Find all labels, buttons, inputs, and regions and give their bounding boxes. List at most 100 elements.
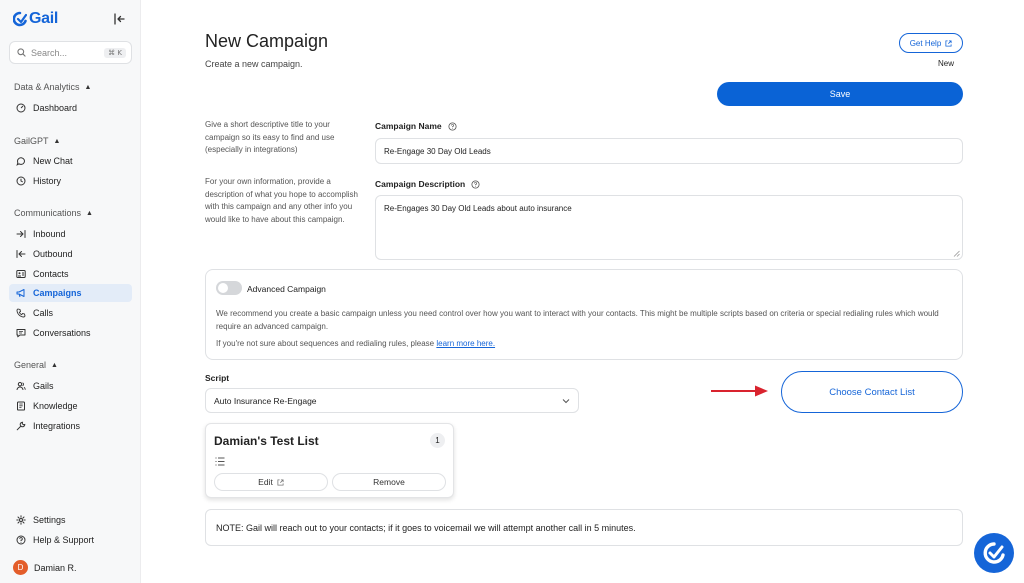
script-selected-value: Auto Insurance Re-Engage <box>214 395 317 406</box>
campaign-name-input[interactable]: Re-Engage 30 Day Old Leads <box>375 138 963 164</box>
book-icon <box>17 401 25 411</box>
contact-count-badge: 1 <box>430 433 445 448</box>
advanced-note-text: If you're not sure about sequences and r… <box>216 339 435 348</box>
gail-logo-icon <box>13 11 27 27</box>
caret-up-icon: ▲ <box>51 361 58 369</box>
megaphone-icon <box>16 289 25 298</box>
external-link-icon <box>945 39 952 47</box>
sidebar-item-label: Gails <box>33 381 54 391</box>
sidebar-item-contacts[interactable]: Contacts <box>9 265 132 283</box>
help-circle-icon[interactable] <box>471 179 480 189</box>
sidebar-item-settings[interactable]: Settings <box>9 511 132 529</box>
arrow-right-icon <box>711 385 768 397</box>
sidebar-item-knowledge[interactable]: Knowledge <box>9 397 132 415</box>
campaign-name-label: Campaign Name <box>375 121 457 131</box>
remove-list-button[interactable]: Remove <box>332 473 446 491</box>
edit-label: Edit <box>258 477 273 487</box>
status-badge: New <box>938 59 955 68</box>
page-title: New Campaign <box>205 31 329 51</box>
section-title: Data & Analytics <box>14 82 80 92</box>
campaign-description-value: Re-Engages 30 Day Old Leads about auto i… <box>384 204 572 213</box>
users-icon <box>16 382 26 391</box>
section-gailgpt[interactable]: GailGPT ▲ <box>14 136 60 146</box>
chat-icon <box>16 157 25 166</box>
sidebar-item-label: Settings <box>33 515 66 525</box>
sidebar: Gail Search... ⌘ K Data & Analytics ▲ Das… <box>0 0 141 583</box>
outbound-icon <box>16 250 26 258</box>
sidebar-item-label: Conversations <box>33 328 91 338</box>
sidebar-item-dashboard[interactable]: Dashboard <box>9 99 132 117</box>
caret-up-icon: ▲ <box>84 83 92 91</box>
section-title: Communications <box>14 208 82 218</box>
sidebar-item-history[interactable]: History <box>9 172 132 190</box>
gail-logo-icon <box>983 542 1005 564</box>
sidebar-item-label: Knowledge <box>33 401 78 411</box>
save-button[interactable]: Save <box>717 82 963 106</box>
avatar: D <box>13 560 28 575</box>
sidebar-item-integrations[interactable]: Integrations <box>9 417 132 435</box>
section-data-analytics[interactable]: Data & Analytics ▲ <box>14 82 91 92</box>
advanced-campaign-note: If you're not sure about sequences and r… <box>216 339 495 348</box>
page-subtitle: Create a new campaign. <box>205 59 303 69</box>
gear-icon <box>16 515 26 525</box>
campaign-description-label-text: Campaign Description <box>375 179 466 189</box>
user-profile[interactable]: D Damian R. <box>13 560 77 575</box>
resize-handle-icon[interactable] <box>953 250 960 257</box>
sidebar-item-outbound[interactable]: Outbound <box>9 245 132 263</box>
sidebar-item-inbound[interactable]: Inbound <box>9 225 132 243</box>
advanced-campaign-toggle[interactable] <box>216 281 242 295</box>
script-select[interactable]: Auto Insurance Re-Engage <box>205 388 579 413</box>
sidebar-item-new-chat[interactable]: New Chat <box>9 152 132 170</box>
campaign-description-label: Campaign Description <box>375 179 480 189</box>
search-input[interactable]: Search... ⌘ K <box>9 41 132 64</box>
help-circle-icon[interactable] <box>448 121 457 131</box>
sidebar-item-help-support[interactable]: Help & Support <box>9 531 132 549</box>
sidebar-item-label: History <box>33 176 62 186</box>
sidebar-item-campaigns[interactable]: Campaigns <box>9 284 132 302</box>
learn-more-link[interactable]: learn more here. <box>436 339 495 348</box>
contact-list-name: Damian's Test List <box>214 434 319 448</box>
caret-up-icon: ▲ <box>53 137 61 145</box>
sidebar-item-calls[interactable]: Calls <box>9 304 132 322</box>
inbound-icon <box>16 230 26 238</box>
sidebar-item-conversations[interactable]: Conversations <box>9 324 132 342</box>
sidebar-item-label: Integrations <box>33 421 81 431</box>
choose-contact-list-button[interactable]: Choose Contact List <box>781 371 963 413</box>
advanced-campaign-panel: Advanced Campaign We recommend you creat… <box>205 269 963 360</box>
campaign-description-textarea[interactable]: Re-Engages 30 Day Old Leads about auto i… <box>375 195 963 260</box>
edit-list-button[interactable]: Edit <box>214 473 328 491</box>
collapse-sidebar-icon[interactable] <box>112 12 126 26</box>
section-general[interactable]: General ▲ <box>14 360 58 370</box>
sidebar-item-label: Contacts <box>33 269 69 279</box>
history-icon <box>16 176 26 186</box>
voicemail-note: NOTE: Gail will reach out to your contac… <box>205 509 963 546</box>
section-communications[interactable]: Communications ▲ <box>14 208 93 218</box>
conversation-icon <box>16 329 26 338</box>
user-name: Damian R. <box>34 562 77 573</box>
help-icon <box>16 535 26 545</box>
script-label: Script <box>205 373 230 383</box>
sidebar-item-label: Inbound <box>33 229 66 239</box>
phone-icon <box>16 308 26 318</box>
sidebar-item-gails[interactable]: Gails <box>9 377 132 395</box>
contact-list-card: Damian's Test List 1 Edit Remove <box>205 423 454 498</box>
campaign-name-helper: Give a short descriptive title to your c… <box>205 120 335 154</box>
campaign-description-helper: For your own information, provide a desc… <box>205 177 358 224</box>
gail-assistant-button[interactable] <box>974 533 1014 573</box>
sidebar-item-label: Help & Support <box>33 535 95 545</box>
external-link-icon <box>277 478 284 486</box>
toggle-knob <box>218 283 228 293</box>
sidebar-item-label: Outbound <box>33 249 73 259</box>
wrench-icon <box>16 421 26 431</box>
list-icon <box>215 457 225 466</box>
caret-up-icon: ▲ <box>86 209 93 217</box>
sidebar-item-label: Calls <box>33 308 54 318</box>
advanced-campaign-description: We recommend you create a basic campaign… <box>216 309 939 331</box>
advanced-campaign-label: Advanced Campaign <box>247 284 326 294</box>
sidebar-item-label: Dashboard <box>33 103 78 113</box>
logo[interactable]: Gail <box>13 10 58 28</box>
search-placeholder: Search... <box>31 47 68 58</box>
brand-name: Gail <box>29 10 59 27</box>
get-help-button[interactable]: Get Help <box>899 33 963 53</box>
section-title: GailGPT <box>14 136 49 146</box>
